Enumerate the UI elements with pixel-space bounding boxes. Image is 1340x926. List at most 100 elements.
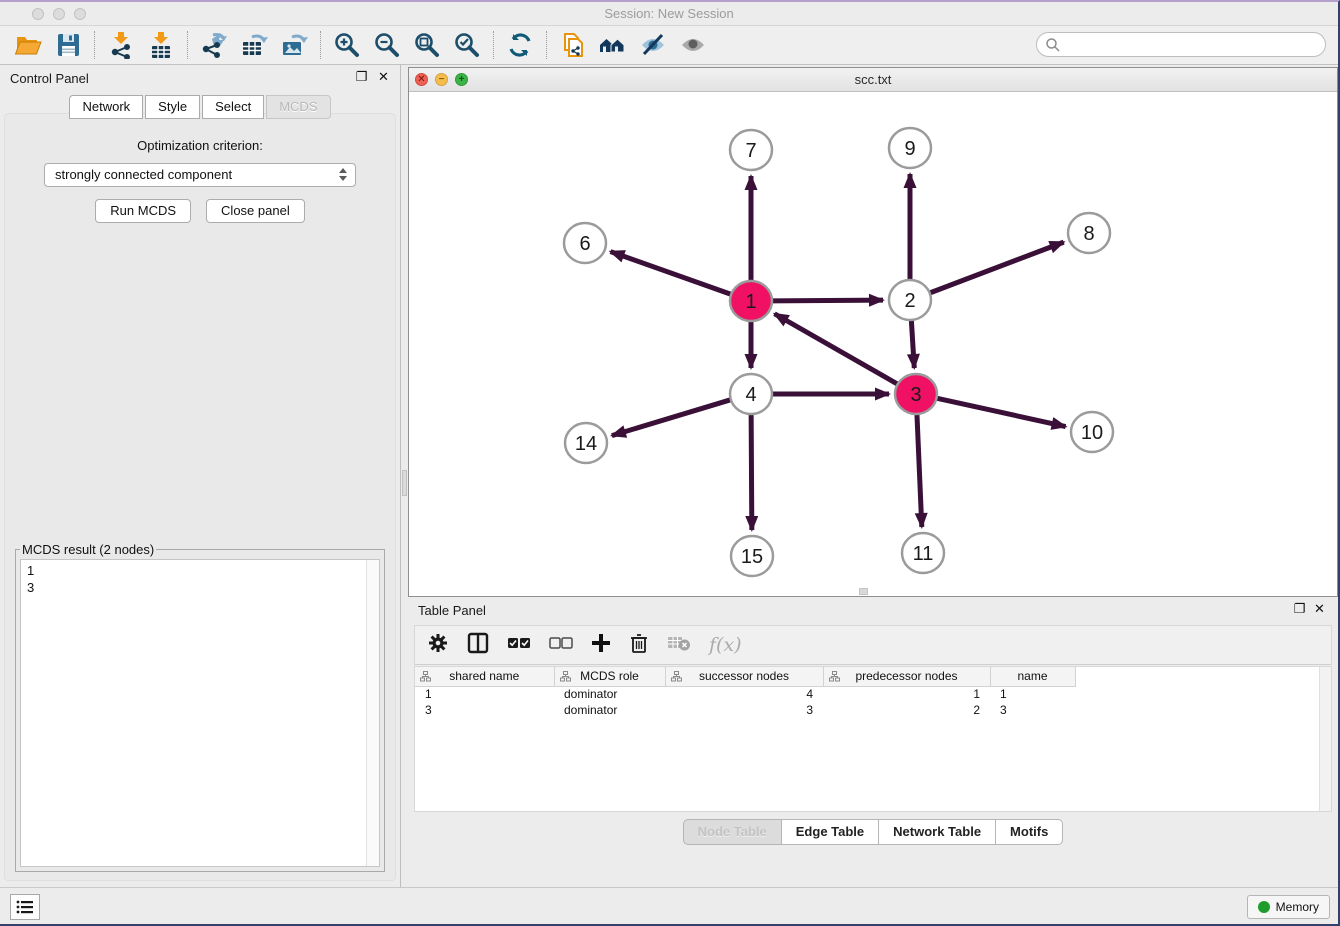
create-column-icon[interactable] [591,633,611,658]
run-mcds-button[interactable]: Run MCDS [95,199,191,223]
column-header-MCDS-role[interactable]: MCDS role [554,667,665,686]
graph-node-3[interactable]: 3 [895,374,937,414]
control-panel-header: Control Panel ❐ ✕ [0,65,400,91]
graph-edge-3-1[interactable] [775,314,898,384]
search-input[interactable] [1036,32,1326,57]
control-panel-title: Control Panel [10,71,89,86]
graph-node-10[interactable]: 10 [1071,412,1113,452]
graph-node-14[interactable]: 14 [565,423,607,463]
table-cell[interactable]: 1 [415,686,554,702]
tab-edge-table[interactable]: Edge Table [782,819,879,845]
svg-text:6: 6 [579,233,590,255]
column-header-shared-name[interactable]: shared name [415,667,554,686]
toolbar-separator [187,31,188,59]
delete-table-icon[interactable] [667,634,691,657]
select-all-icon[interactable] [507,636,531,655]
table-cell[interactable]: 2 [823,702,990,718]
export-image-icon[interactable] [274,29,314,61]
import-table-icon[interactable] [141,29,181,61]
table-scrollbar[interactable] [1319,667,1331,811]
close-panel-icon[interactable]: ✕ [377,71,390,84]
tab-motifs[interactable]: Motifs [996,819,1063,845]
export-network-icon[interactable] [194,29,234,61]
network-canvas[interactable]: 7 9 6 8 1 2 4 3 14 10 15 11 [409,92,1337,596]
tab-network[interactable]: Network [69,95,143,119]
graph-node-9[interactable]: 9 [889,128,931,168]
memory-button[interactable]: Memory [1247,895,1330,919]
table-settings-icon[interactable] [427,632,449,659]
graph-node-7[interactable]: 7 [730,130,772,170]
tab-mcds[interactable]: MCDS [266,95,330,119]
tab-select[interactable]: Select [202,95,264,119]
table-cell[interactable]: dominator [554,686,665,702]
copy-network-icon[interactable] [553,29,593,61]
panel-splitter[interactable] [400,65,408,887]
graph-node-1[interactable]: 1 [730,281,772,321]
graph-node-4[interactable]: 4 [730,374,772,414]
graph-edge-4-14[interactable] [612,400,731,436]
import-network-icon[interactable] [101,29,141,61]
zoom-selected-icon[interactable] [447,29,487,61]
graph-node-2[interactable]: 2 [889,280,931,320]
first-neighbors-icon[interactable] [593,29,633,61]
graph-edge-3-10[interactable] [937,398,1066,426]
status-bar: Memory [0,887,1338,924]
graph-node-11[interactable]: 11 [902,533,944,573]
tab-style[interactable]: Style [145,95,200,119]
table-row[interactable]: 3dominator323 [415,702,1331,718]
table-row[interactable]: 1dominator411 [415,686,1331,702]
apply-layout-icon[interactable] [500,29,540,61]
graph-edge-2-3[interactable] [911,320,914,368]
mcds-tab-body: Optimization criterion: strongly connect… [4,113,396,881]
zoom-in-icon[interactable] [327,29,367,61]
deselect-all-icon[interactable] [549,636,573,655]
table-cell[interactable]: 4 [665,686,823,702]
criterion-select[interactable]: strongly connected component [44,163,356,187]
main-area: Control Panel ❐ ✕ NetworkStyleSelectMCDS… [0,65,1338,887]
float-panel-icon[interactable]: ❐ [355,71,368,84]
graph-node-8[interactable]: 8 [1068,213,1110,253]
graph-node-15[interactable]: 15 [731,536,773,576]
show-all-icon[interactable] [673,29,713,61]
canvas-scroll-grip[interactable] [859,588,868,595]
table-cell[interactable]: dominator [554,702,665,718]
save-session-icon[interactable] [48,29,88,61]
table-cell[interactable]: 3 [415,702,554,718]
close-panel-button[interactable]: Close panel [206,199,305,223]
zoom-out-icon[interactable] [367,29,407,61]
hide-selected-icon[interactable] [633,29,673,61]
toolbar-separator [493,31,494,59]
column-header-successor-nodes[interactable]: successor nodes [665,667,823,686]
tab-node-table[interactable]: Node Table [683,819,782,845]
svg-text:15: 15 [741,546,763,568]
table-cell[interactable]: 3 [990,702,1075,718]
close-table-panel-icon[interactable]: ✕ [1313,603,1326,616]
graph-edge-2-8[interactable] [930,242,1064,293]
graph-edge-1-6[interactable] [610,252,731,295]
delete-column-icon[interactable] [629,632,649,659]
table-cell[interactable]: 3 [665,702,823,718]
table-cell[interactable]: 1 [990,686,1075,702]
table-cell[interactable]: 1 [823,686,990,702]
show-columns-icon[interactable] [467,632,489,659]
graph-edge-4-15[interactable] [751,414,752,530]
network-graph: 7 9 6 8 1 2 4 3 14 10 15 11 [409,92,1337,596]
float-table-panel-icon[interactable]: ❐ [1293,603,1306,616]
graph-edge-1-2[interactable] [772,300,883,301]
graph-edge-3-11[interactable] [917,414,922,527]
splitter-grip-icon[interactable] [402,470,407,496]
result-scrollbar[interactable] [366,560,379,866]
network-window-titlebar[interactable]: ✕ − + scc.txt [409,68,1337,92]
tab-network-table[interactable]: Network Table [879,819,996,845]
function-builder-icon[interactable]: f(x) [709,634,742,656]
column-header-predecessor-nodes[interactable]: predecessor nodes [823,667,990,686]
table-panel-header: Table Panel ❐ ✕ [408,597,1338,623]
toolbar-separator [320,31,321,59]
export-table-icon[interactable] [234,29,274,61]
zoom-fit-icon[interactable] [407,29,447,61]
svg-text:14: 14 [575,433,597,455]
task-history-button[interactable] [10,894,40,920]
column-header-name[interactable]: name [990,667,1075,686]
open-file-icon[interactable] [8,29,48,61]
graph-node-6[interactable]: 6 [564,223,606,263]
